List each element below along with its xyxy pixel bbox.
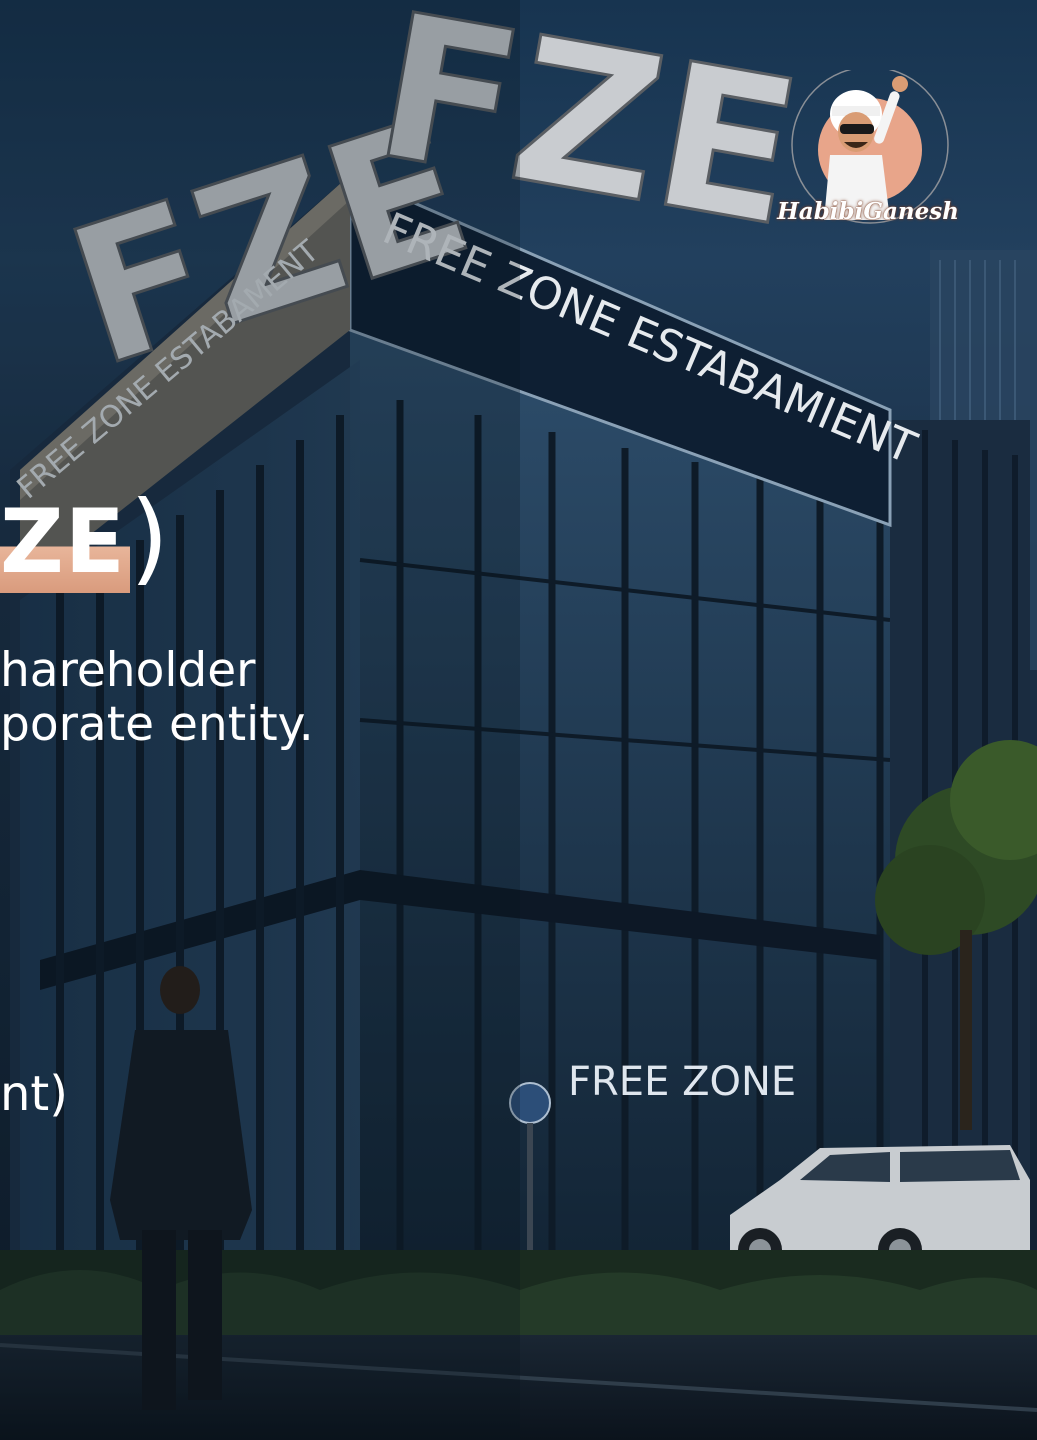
- headline-fragment: ZE): [0, 488, 170, 593]
- habibiganesh-logo: HabibiGanesh: [770, 66, 966, 240]
- logo-text: HabibiGanesh: [777, 198, 959, 225]
- bottom-text-fragment: nt): [0, 1066, 68, 1122]
- headline-paren: ): [129, 479, 170, 596]
- poster: FZE FZE FREE ZONE ESTABAMIENT FREE ZONE …: [0, 0, 1037, 1440]
- headline-highlight: ZE: [0, 490, 130, 593]
- entrance-sign-text: FREE ZONE: [568, 1059, 796, 1105]
- description: hareholder porate entity.: [0, 644, 420, 752]
- description-line-2: porate entity.: [0, 697, 314, 752]
- description-line-1: hareholder: [0, 643, 256, 698]
